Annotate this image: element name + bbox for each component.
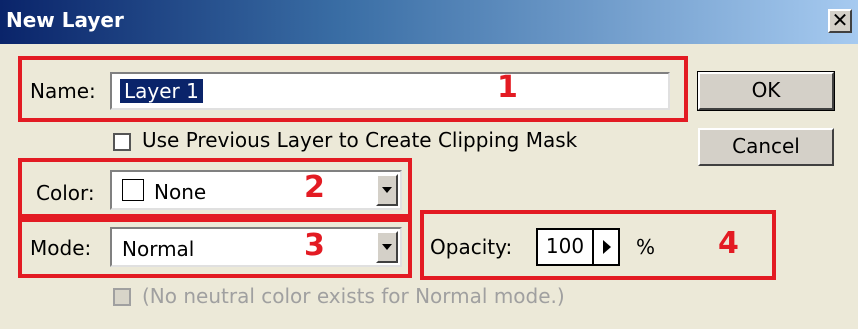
dialog-title: New Layer xyxy=(6,8,124,32)
annotation-number-1: 1 xyxy=(497,70,518,105)
annotation-number-2: 2 xyxy=(304,170,325,205)
close-icon[interactable]: ✕ xyxy=(828,9,852,33)
annotation-box-2 xyxy=(18,158,412,218)
annotation-box-3 xyxy=(18,218,412,278)
ok-button[interactable]: OK xyxy=(697,71,835,111)
neutral-color-label: (No neutral color exists for Normal mode… xyxy=(142,284,565,308)
annotation-box-1 xyxy=(18,56,688,122)
annotation-number-4: 4 xyxy=(718,226,739,261)
new-layer-dialog: New Layer ✕ Name: Layer 1 Use Previous L… xyxy=(0,0,858,329)
title-bar: New Layer ✕ xyxy=(0,0,858,44)
annotation-number-3: 3 xyxy=(304,228,325,263)
clipping-mask-checkbox[interactable] xyxy=(113,133,131,151)
neutral-color-checkbox xyxy=(113,288,131,306)
cancel-button[interactable]: Cancel xyxy=(698,128,834,166)
clipping-mask-label: Use Previous Layer to Create Clipping Ma… xyxy=(142,128,578,152)
